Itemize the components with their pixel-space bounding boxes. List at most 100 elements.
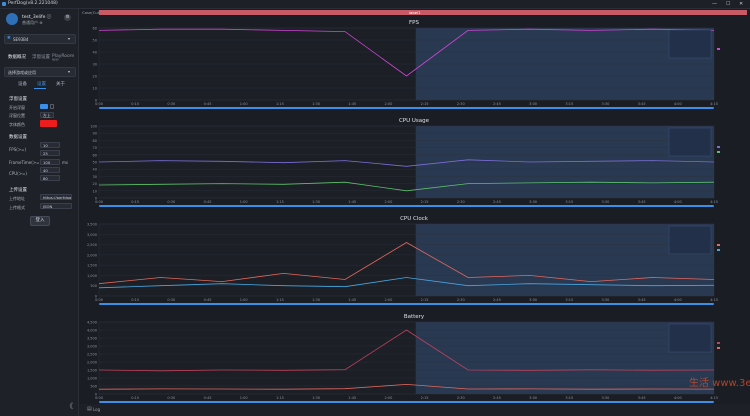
frametime-unit: ms — [62, 160, 68, 165]
legend-swatch — [717, 347, 720, 349]
fps-threshold-1[interactable]: 10 — [40, 142, 60, 148]
watermark: 生活 www.3elife.net — [689, 378, 750, 389]
x-tick-label: 0:00 — [95, 200, 103, 204]
upload-url-input[interactable]: https://perfdog.q — [40, 194, 72, 200]
x-tick-label: 0:30 — [167, 102, 175, 106]
x-tick-label: 0:15 — [131, 200, 139, 204]
legend-swatch — [717, 151, 720, 153]
x-tick-label: 1:15 — [276, 298, 284, 302]
x-tick-label: 3:30 — [602, 298, 610, 302]
y-tick-label: 40 — [93, 168, 97, 172]
x-tick-label: 3:45 — [638, 102, 646, 106]
x-tick-label: 3:00 — [529, 298, 537, 302]
x-tick-label: 1:45 — [348, 200, 356, 204]
login-button[interactable]: 登入 — [30, 216, 50, 226]
x-tick-label: 0:45 — [204, 298, 212, 302]
x-tick-label: 1:30 — [312, 102, 320, 106]
collapse-sidebar-icon[interactable]: 《 — [66, 401, 73, 411]
x-tick-label: 0:15 — [131, 298, 139, 302]
subtab-indicator — [34, 88, 46, 89]
x-tick-label: 3:45 — [638, 298, 646, 302]
y-tick-label: 100 — [90, 125, 97, 129]
y-tick-label: 3,500 — [87, 223, 97, 227]
timeline-scrollbar — [99, 401, 714, 403]
x-tick-label: 0:15 — [131, 396, 139, 400]
font-color-swatch[interactable] — [40, 120, 57, 127]
log-label[interactable]: Log — [93, 407, 100, 412]
log-icon[interactable]: ▤ — [87, 406, 92, 412]
x-tick-label: 1:00 — [240, 200, 248, 204]
x-tick-label: 2:15 — [421, 396, 429, 400]
x-tick-label: 0:00 — [95, 298, 103, 302]
float-enable-checkbox[interactable] — [40, 104, 48, 109]
x-tick-label: 4:15 — [710, 102, 718, 106]
x-tick-label: 2:30 — [457, 298, 465, 302]
x-tick-label: 4:15 — [710, 298, 718, 302]
y-tick-label: 60 — [93, 153, 97, 157]
x-tick-label: 1:30 — [312, 298, 320, 302]
x-tick-label: 0:00 — [95, 396, 103, 400]
timeline-scrollbar — [99, 205, 714, 207]
stats-box — [668, 323, 712, 353]
timeline-scrollbar — [99, 303, 714, 305]
label-bar[interactable]: label1 — [99, 10, 747, 15]
stats-box — [668, 127, 712, 157]
subtab-about[interactable]: 关于 — [56, 81, 65, 87]
subtab-settings[interactable]: 设置 — [37, 81, 46, 87]
x-tick-label: 1:15 — [276, 396, 284, 400]
tab-overview[interactable]: 数据概况 — [8, 54, 26, 60]
x-tick-label: 1:45 — [348, 298, 356, 302]
y-tick-label: 2,000 — [87, 253, 97, 257]
fps-threshold-label: FPS(>=) — [9, 147, 27, 152]
x-tick-label: 0:30 — [167, 396, 175, 400]
legend-swatch — [717, 48, 720, 50]
x-tick-label: 1:45 — [348, 396, 356, 400]
tab-float[interactable]: 浮窗设置 — [32, 54, 50, 60]
cpu-threshold-2[interactable]: 80 — [40, 175, 60, 181]
user-level: 普通用户 ⊕ — [22, 20, 43, 25]
x-tick-label: 2:45 — [493, 298, 501, 302]
close-button[interactable]: ✕ — [739, 1, 743, 7]
label-bar-text: label1 — [409, 10, 421, 15]
y-tick-label: 40 — [93, 51, 97, 55]
cpu-threshold-1[interactable]: 40 — [40, 167, 60, 173]
y-tick-label: 2,500 — [87, 243, 97, 247]
x-tick-label: 2:30 — [457, 396, 465, 400]
title-bar: PerfDog(v8.2.221048) — ☐ ✕ — [0, 0, 750, 9]
x-tick-label: 3:00 — [529, 200, 537, 204]
x-tick-label: 1:00 — [240, 396, 248, 400]
x-tick-label: 2:15 — [421, 200, 429, 204]
x-tick-label: 1:30 — [312, 396, 320, 400]
avatar[interactable] — [6, 13, 18, 25]
y-tick-label: 70 — [93, 146, 97, 150]
x-tick-label: 3:15 — [565, 298, 573, 302]
app-selector[interactable]: 选择游戏或应用 ▾ — [4, 67, 76, 77]
settings-gear-icon[interactable]: ⚙ — [64, 14, 71, 21]
stats-box — [668, 225, 712, 255]
upload-format-label: 上传格式 — [9, 205, 25, 210]
charts-area[interactable]: FPS 60 50 40 30 20 100 0:00 0:15 0:30 0:45 1:00 1:15… — [79, 16, 750, 411]
device-selector[interactable]: ✱ SE93B4 ▾ — [4, 34, 76, 44]
sidebar: test_3elife ⓘ 普通用户 ⊕ ⚙ ✱ SE93B4 ▾ 数据概况 浮… — [0, 9, 79, 416]
legend-swatch — [717, 244, 720, 246]
x-tick-label: 3:15 — [565, 102, 573, 106]
upload-format-select[interactable]: JSON — [40, 203, 72, 209]
x-tick-label: 1:45 — [348, 102, 356, 106]
maximize-button[interactable]: ☐ — [726, 1, 730, 7]
float-position-select[interactable]: 左上 — [40, 112, 54, 118]
y-tick-label: 4,500 — [87, 321, 97, 325]
frametime-input[interactable]: 100 — [40, 159, 60, 165]
fps-threshold-2[interactable]: 25 — [40, 150, 60, 156]
y-tick-label: 50 — [93, 39, 97, 43]
tab-playroom[interactable]: PlayRoom ᴺᴱᵂ — [52, 54, 78, 64]
float-disable-checkbox[interactable] — [50, 104, 54, 109]
x-tick-label: 0:30 — [167, 298, 175, 302]
case-tab[interactable]: Case(Cut) — [82, 10, 101, 15]
y-tick-label: 1,000 — [87, 274, 97, 278]
y-tick-label: 80 — [93, 139, 97, 143]
y-tick-label: 90 — [93, 132, 97, 136]
x-tick-label: 0:30 — [167, 200, 175, 204]
minimize-button[interactable]: — — [712, 1, 717, 7]
chart-title: CPU Usage — [399, 118, 430, 124]
subtab-device[interactable]: 设备 — [18, 81, 27, 87]
